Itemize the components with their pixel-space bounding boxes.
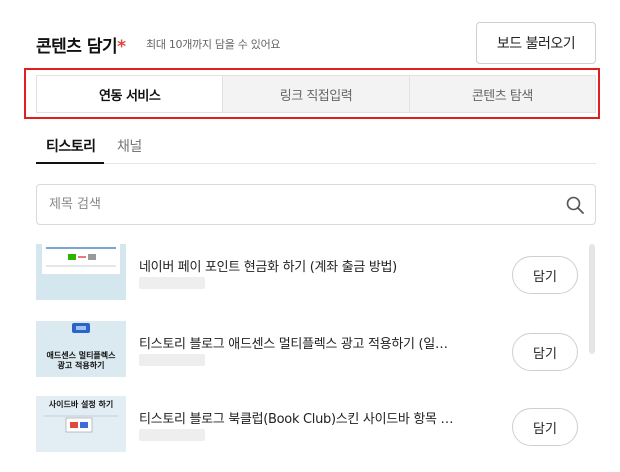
post-thumbnail: 애드센스 멀티플렉스 광고 적용하기 — [36, 321, 126, 377]
page-title: 콘텐츠 담기* — [36, 32, 126, 57]
subtab-active-indicator — [36, 162, 104, 164]
post-thumbnail — [36, 244, 126, 300]
add-content-button[interactable]: 담기 — [512, 408, 578, 446]
add-content-button[interactable]: 담기 — [512, 333, 578, 371]
post-meta-placeholder — [139, 354, 205, 366]
content-add-header: 콘텐츠 담기* 최대 10개까지 담을 수 있어요 보드 불러오기 — [36, 22, 596, 64]
tab-direct-link[interactable]: 링크 직접입력 — [222, 76, 408, 112]
list-item[interactable]: 네이버 페이 포인트 현금화 하기 (계좌 출금 방법) 담기 — [36, 244, 596, 304]
thumbnail-caption: 사이드바 설정 하기 — [48, 400, 114, 409]
search-box — [36, 184, 596, 225]
source-tabs: 연동 서비스 링크 직접입력 콘텐츠 탐색 — [36, 75, 596, 113]
post-title[interactable]: 티스토리 블로그 애드센스 멀티플렉스 광고 적용하기 (일… — [139, 333, 484, 352]
page-subtitle: 최대 10개까지 담을 수 있어요 — [146, 38, 281, 51]
search-icon[interactable] — [565, 195, 585, 215]
tab-linked-services[interactable]: 연동 서비스 — [37, 76, 223, 112]
service-subtabs: 티스토리 채널 — [36, 128, 596, 164]
add-content-button[interactable]: 담기 — [512, 256, 578, 294]
subtab-tistory[interactable]: 티스토리 — [46, 136, 96, 156]
post-list: 네이버 페이 포인트 현금화 하기 (계좌 출금 방법) 담기 애드센스 멀티플… — [36, 244, 596, 472]
thumbnail-caption: 애드센스 멀티플렉스 광고 적용하기 — [46, 351, 116, 370]
page-title-text: 콘텐츠 담기 — [36, 37, 118, 57]
post-title[interactable]: 티스토리 블로그 북클럽(Book Club)스킨 사이드바 항목 … — [139, 408, 484, 427]
list-scrollbar[interactable] — [589, 244, 595, 354]
post-meta-placeholder — [139, 429, 205, 441]
subtab-channel[interactable]: 채널 — [117, 136, 142, 156]
post-thumbnail: 사이드바 설정 하기 — [36, 396, 126, 452]
list-item[interactable]: 애드센스 멀티플렉스 광고 적용하기 티스토리 블로그 애드센스 멀티플렉스 광고… — [36, 321, 596, 381]
list-item[interactable]: 사이드바 설정 하기 티스토리 블로그 북클럽(Book Club)스킨 사이드… — [36, 396, 596, 456]
required-mark: * — [117, 37, 126, 57]
search-input[interactable] — [49, 185, 559, 224]
tab-content-explore[interactable]: 콘텐츠 탐색 — [408, 76, 595, 112]
load-board-button[interactable]: 보드 불러오기 — [476, 22, 596, 64]
post-meta-placeholder — [139, 277, 205, 289]
post-title[interactable]: 네이버 페이 포인트 현금화 하기 (계좌 출금 방법) — [139, 256, 484, 275]
